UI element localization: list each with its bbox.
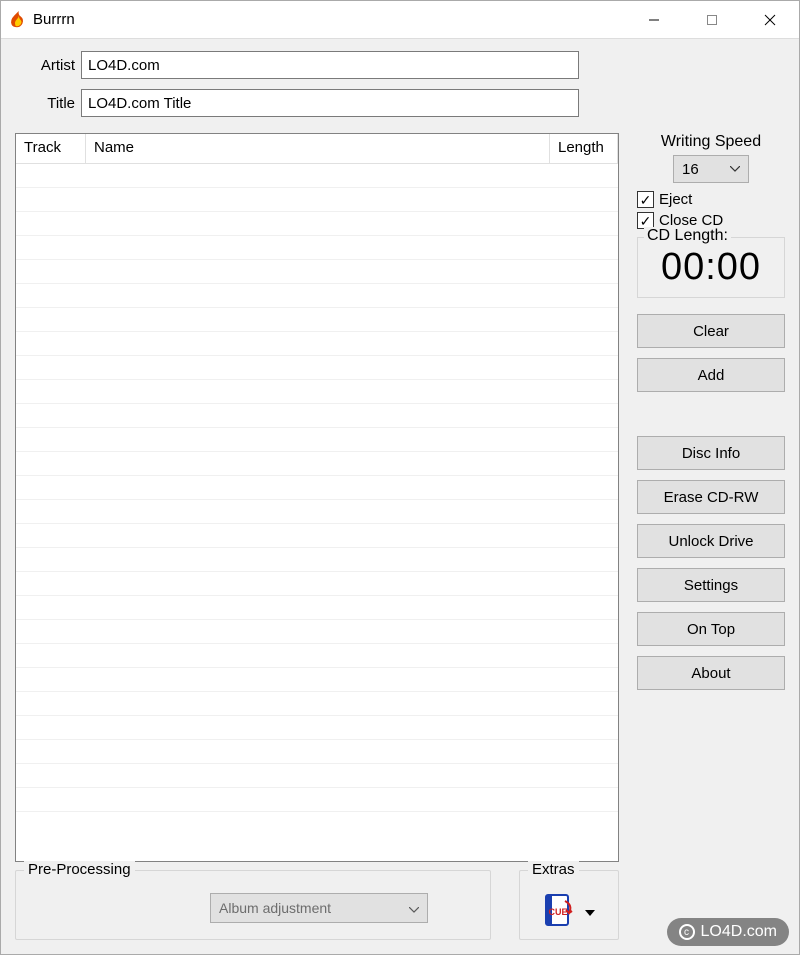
- table-row: [16, 356, 618, 380]
- table-row: [16, 212, 618, 236]
- chevron-down-icon: [409, 900, 419, 916]
- artist-row: Artist: [15, 51, 785, 79]
- eject-label: Eject: [659, 191, 692, 208]
- table-row: [16, 188, 618, 212]
- table-row: [16, 524, 618, 548]
- client-area: Artist Title Track Name Length: [1, 39, 799, 954]
- col-track[interactable]: Track: [16, 134, 86, 163]
- left-column: Track Name Length: [15, 133, 619, 940]
- track-body[interactable]: [16, 164, 618, 861]
- extras-label: Extras: [528, 861, 579, 878]
- title-label: Title: [15, 95, 75, 112]
- settings-button[interactable]: Settings: [637, 568, 785, 602]
- window-title: Burrrn: [33, 11, 75, 28]
- table-row: [16, 500, 618, 524]
- eject-checkbox[interactable]: ✓: [637, 191, 654, 208]
- track-header: Track Name Length: [16, 134, 618, 164]
- writing-speed-select[interactable]: 16: [673, 155, 749, 183]
- bottom-row: Pre-Processing Album adjustment Extras: [15, 870, 619, 940]
- cd-length-value: 00:00: [644, 246, 778, 289]
- cd-length-label: CD Length:: [644, 227, 731, 245]
- cue-icon[interactable]: CUE: [543, 893, 575, 929]
- add-button[interactable]: Add: [637, 358, 785, 392]
- burrrn-window: Burrrn Artist Title T: [0, 0, 800, 955]
- table-row: [16, 644, 618, 668]
- dropdown-value: Album adjustment: [219, 900, 331, 916]
- artist-label: Artist: [15, 57, 75, 74]
- track-list[interactable]: Track Name Length: [15, 133, 619, 862]
- table-row: [16, 668, 618, 692]
- table-row: [16, 620, 618, 644]
- svg-text:CUE: CUE: [548, 907, 567, 917]
- table-row: [16, 692, 618, 716]
- table-row: [16, 428, 618, 452]
- table-row: [16, 764, 618, 788]
- writing-speed-label: Writing Speed: [637, 133, 785, 151]
- clear-button[interactable]: Clear: [637, 314, 785, 348]
- erase-cdrw-button[interactable]: Erase CD-RW: [637, 480, 785, 514]
- table-row: [16, 380, 618, 404]
- preprocessing-group: Pre-Processing Album adjustment: [15, 870, 491, 940]
- table-row: [16, 596, 618, 620]
- ontop-button[interactable]: On Top: [637, 612, 785, 646]
- table-row: [16, 260, 618, 284]
- table-row: [16, 572, 618, 596]
- about-button[interactable]: About: [637, 656, 785, 690]
- window-controls: [625, 1, 799, 38]
- right-column: Writing Speed 16 ✓ Eject ✓ Close CD CD L: [637, 133, 785, 940]
- title-row: Title: [15, 89, 785, 117]
- table-row: [16, 404, 618, 428]
- table-row: [16, 548, 618, 572]
- main-row: Track Name Length: [15, 133, 785, 940]
- watermark: c LO4D.com: [667, 918, 789, 946]
- close-button[interactable]: [741, 1, 799, 38]
- table-row: [16, 332, 618, 356]
- table-row: [16, 716, 618, 740]
- maximize-button[interactable]: [683, 1, 741, 38]
- extras-dropdown-arrow[interactable]: [585, 903, 595, 919]
- preprocessing-label: Pre-Processing: [24, 861, 135, 878]
- unlock-drive-button[interactable]: Unlock Drive: [637, 524, 785, 558]
- table-row: [16, 164, 618, 188]
- writing-speed-value: 16: [682, 161, 699, 178]
- chevron-down-icon: [730, 163, 740, 175]
- minimize-button[interactable]: [625, 1, 683, 38]
- table-row: [16, 284, 618, 308]
- disc-info-button[interactable]: Disc Info: [637, 436, 785, 470]
- table-row: [16, 476, 618, 500]
- copyright-icon: c: [679, 924, 695, 940]
- extras-group: Extras CUE: [519, 870, 619, 940]
- cd-length-group: CD Length: 00:00: [637, 237, 785, 298]
- col-name[interactable]: Name: [86, 134, 550, 163]
- col-length[interactable]: Length: [550, 134, 618, 163]
- titlebar: Burrrn: [1, 1, 799, 39]
- artist-input[interactable]: [81, 51, 579, 79]
- table-row: [16, 740, 618, 764]
- table-row: [16, 236, 618, 260]
- table-row: [16, 452, 618, 476]
- table-row: [16, 788, 618, 812]
- app-icon: [7, 10, 27, 30]
- eject-checkbox-row[interactable]: ✓ Eject: [637, 191, 785, 208]
- watermark-text: LO4D.com: [701, 923, 777, 941]
- title-input[interactable]: [81, 89, 579, 117]
- album-adjustment-dropdown[interactable]: Album adjustment: [210, 893, 428, 923]
- table-row: [16, 308, 618, 332]
